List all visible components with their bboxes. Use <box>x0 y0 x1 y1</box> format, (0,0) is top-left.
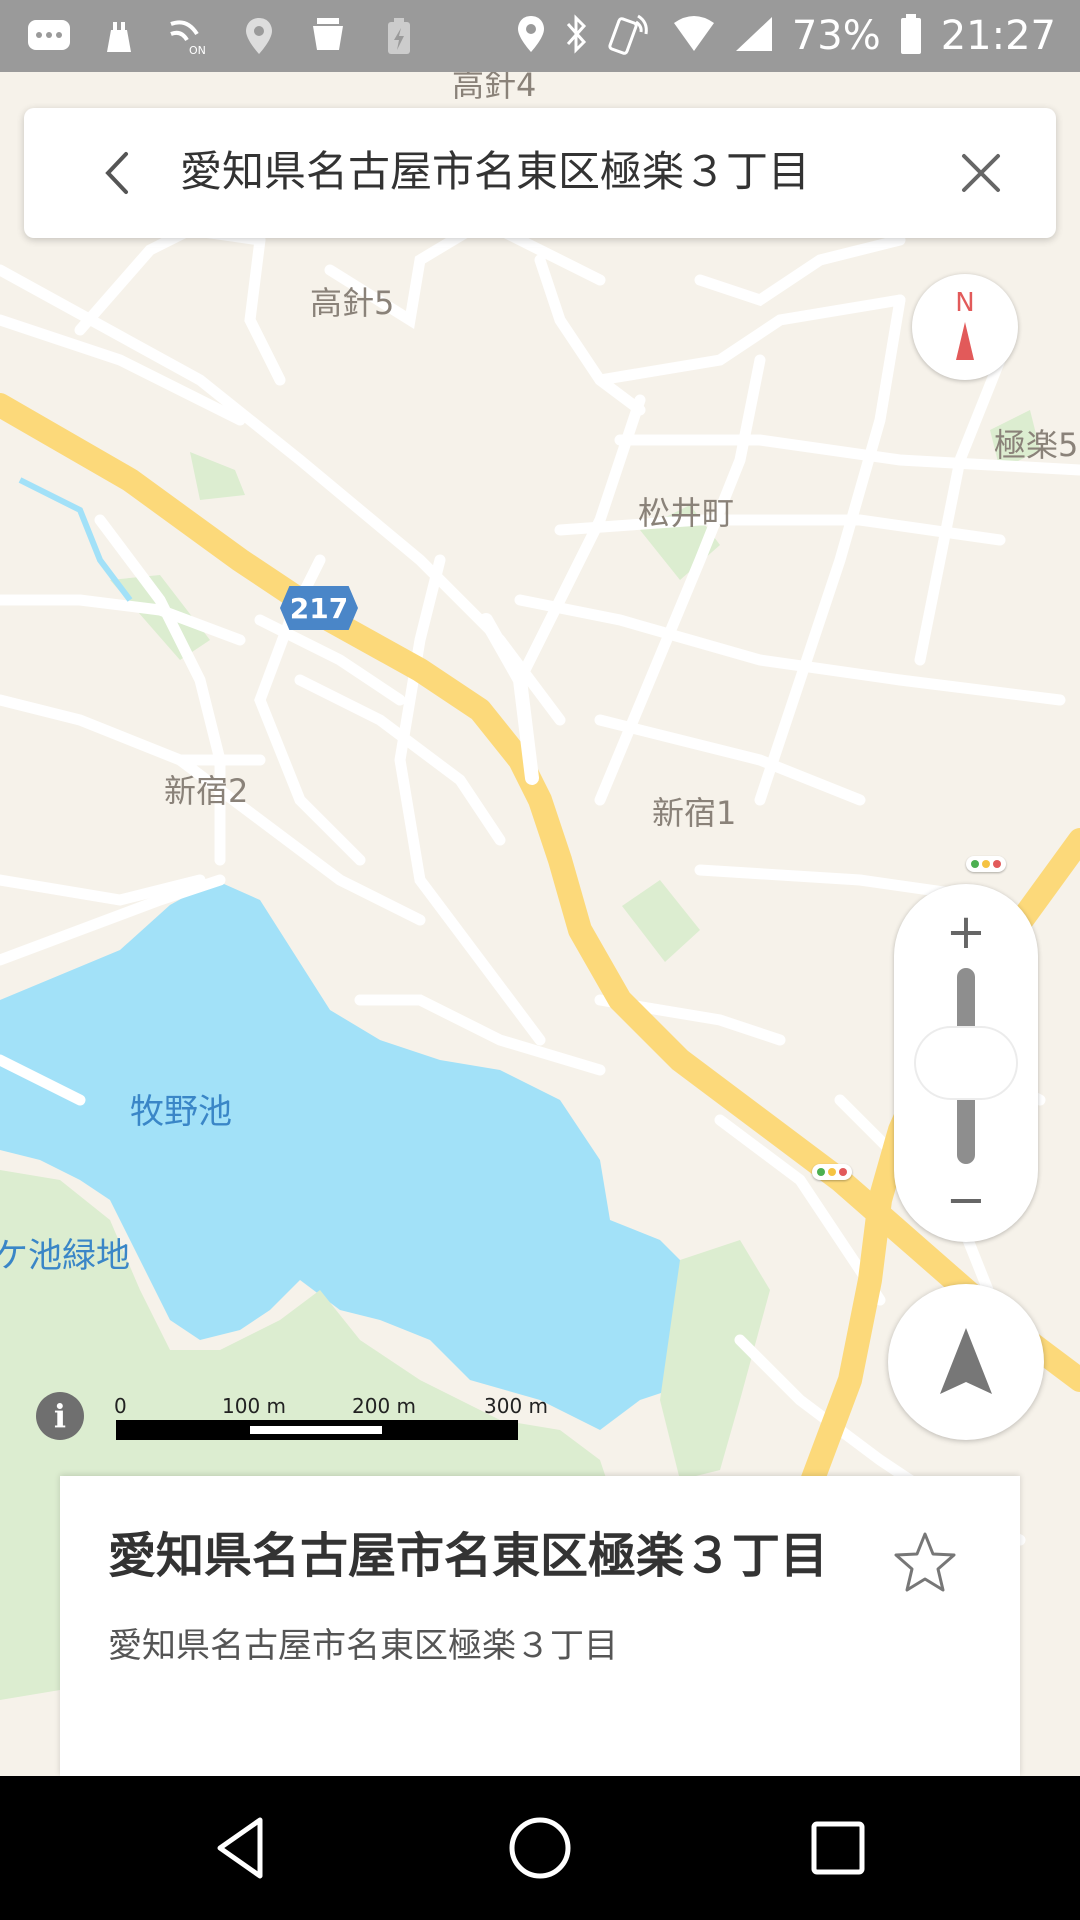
messages-icon <box>26 14 72 58</box>
my-location-button[interactable] <box>888 1284 1044 1440</box>
phone-vibrate-icon <box>608 12 654 60</box>
star-outline-icon[interactable] <box>890 1528 960 1598</box>
cup-icon <box>306 14 352 58</box>
battery-saver-icon <box>376 14 422 58</box>
status-bar: ON 73% 21:27 <box>0 0 1080 72</box>
navigation-arrow-icon <box>940 1328 992 1394</box>
search-query[interactable]: 愛知県名古屋市名東区極楽３丁目 <box>180 138 810 199</box>
compass-needle-icon <box>956 322 974 360</box>
scale-label: 300 m <box>484 1394 549 1418</box>
traffic-light-icon <box>812 1164 852 1180</box>
signal-icon <box>734 15 774 57</box>
map-label-makinoike: 牧野池 <box>130 1092 232 1132</box>
zoom-in-button[interactable]: + <box>938 904 994 960</box>
location-icon <box>236 14 282 58</box>
scale-label: 0 <box>114 1394 127 1418</box>
traffic-light-icon <box>966 856 1006 872</box>
bluetooth-icon <box>564 14 590 58</box>
back-icon[interactable] <box>94 148 144 198</box>
place-card[interactable]: 愛知県名古屋市名東区極楽３丁目 愛知県名古屋市名東区極楽３丁目 <box>60 1476 1020 1776</box>
info-icon[interactable]: i <box>36 1392 84 1440</box>
map-label-shinjuku2: 新宿2 <box>164 772 249 810</box>
svg-text:ON: ON <box>189 44 206 56</box>
search-bar[interactable]: 愛知県名古屋市名東区極楽３丁目 <box>24 108 1056 238</box>
back-triangle-icon[interactable] <box>204 1810 280 1886</box>
zoom-slider-thumb[interactable] <box>916 1028 1016 1098</box>
system-nav-bar <box>0 1776 1080 1920</box>
map-label-matsuicho: 松井町 <box>638 494 735 532</box>
wifi-icon <box>672 15 716 57</box>
scale-label: 200 m <box>352 1394 417 1418</box>
close-icon[interactable] <box>954 146 1008 200</box>
charger-icon <box>96 14 142 58</box>
route-shield: 217 <box>280 586 358 630</box>
place-title: 愛知県名古屋市名東区極楽３丁目 <box>108 1528 829 1584</box>
location-icon <box>516 14 546 58</box>
scale-bar-segment <box>250 1426 382 1434</box>
map-label-takabari5: 高針5 <box>310 284 395 322</box>
map-label-gokuraku5: 極楽5 <box>994 426 1079 464</box>
notification-icons: ON <box>26 14 422 58</box>
recents-square-icon[interactable] <box>800 1810 876 1886</box>
map-label-park: ケ池緑地 <box>0 1236 130 1276</box>
battery-percentage: 73% <box>791 13 881 59</box>
on-icon: ON <box>166 14 212 58</box>
status-right: 73% 21:27 <box>516 0 1056 72</box>
scale-label: 100 m <box>222 1394 287 1418</box>
compass-button[interactable]: N <box>912 274 1018 380</box>
zoom-out-button[interactable]: − <box>938 1172 994 1228</box>
place-address: 愛知県名古屋市名東区極楽３丁目 <box>108 1626 618 1666</box>
clock: 21:27 <box>940 13 1056 59</box>
battery-icon <box>899 12 923 60</box>
zoom-control[interactable]: + − <box>894 884 1038 1242</box>
map-label-shinjuku1: 新宿1 <box>652 794 737 832</box>
home-circle-icon[interactable] <box>502 1810 578 1886</box>
map-label-takabari4: 高針4 <box>452 72 537 104</box>
